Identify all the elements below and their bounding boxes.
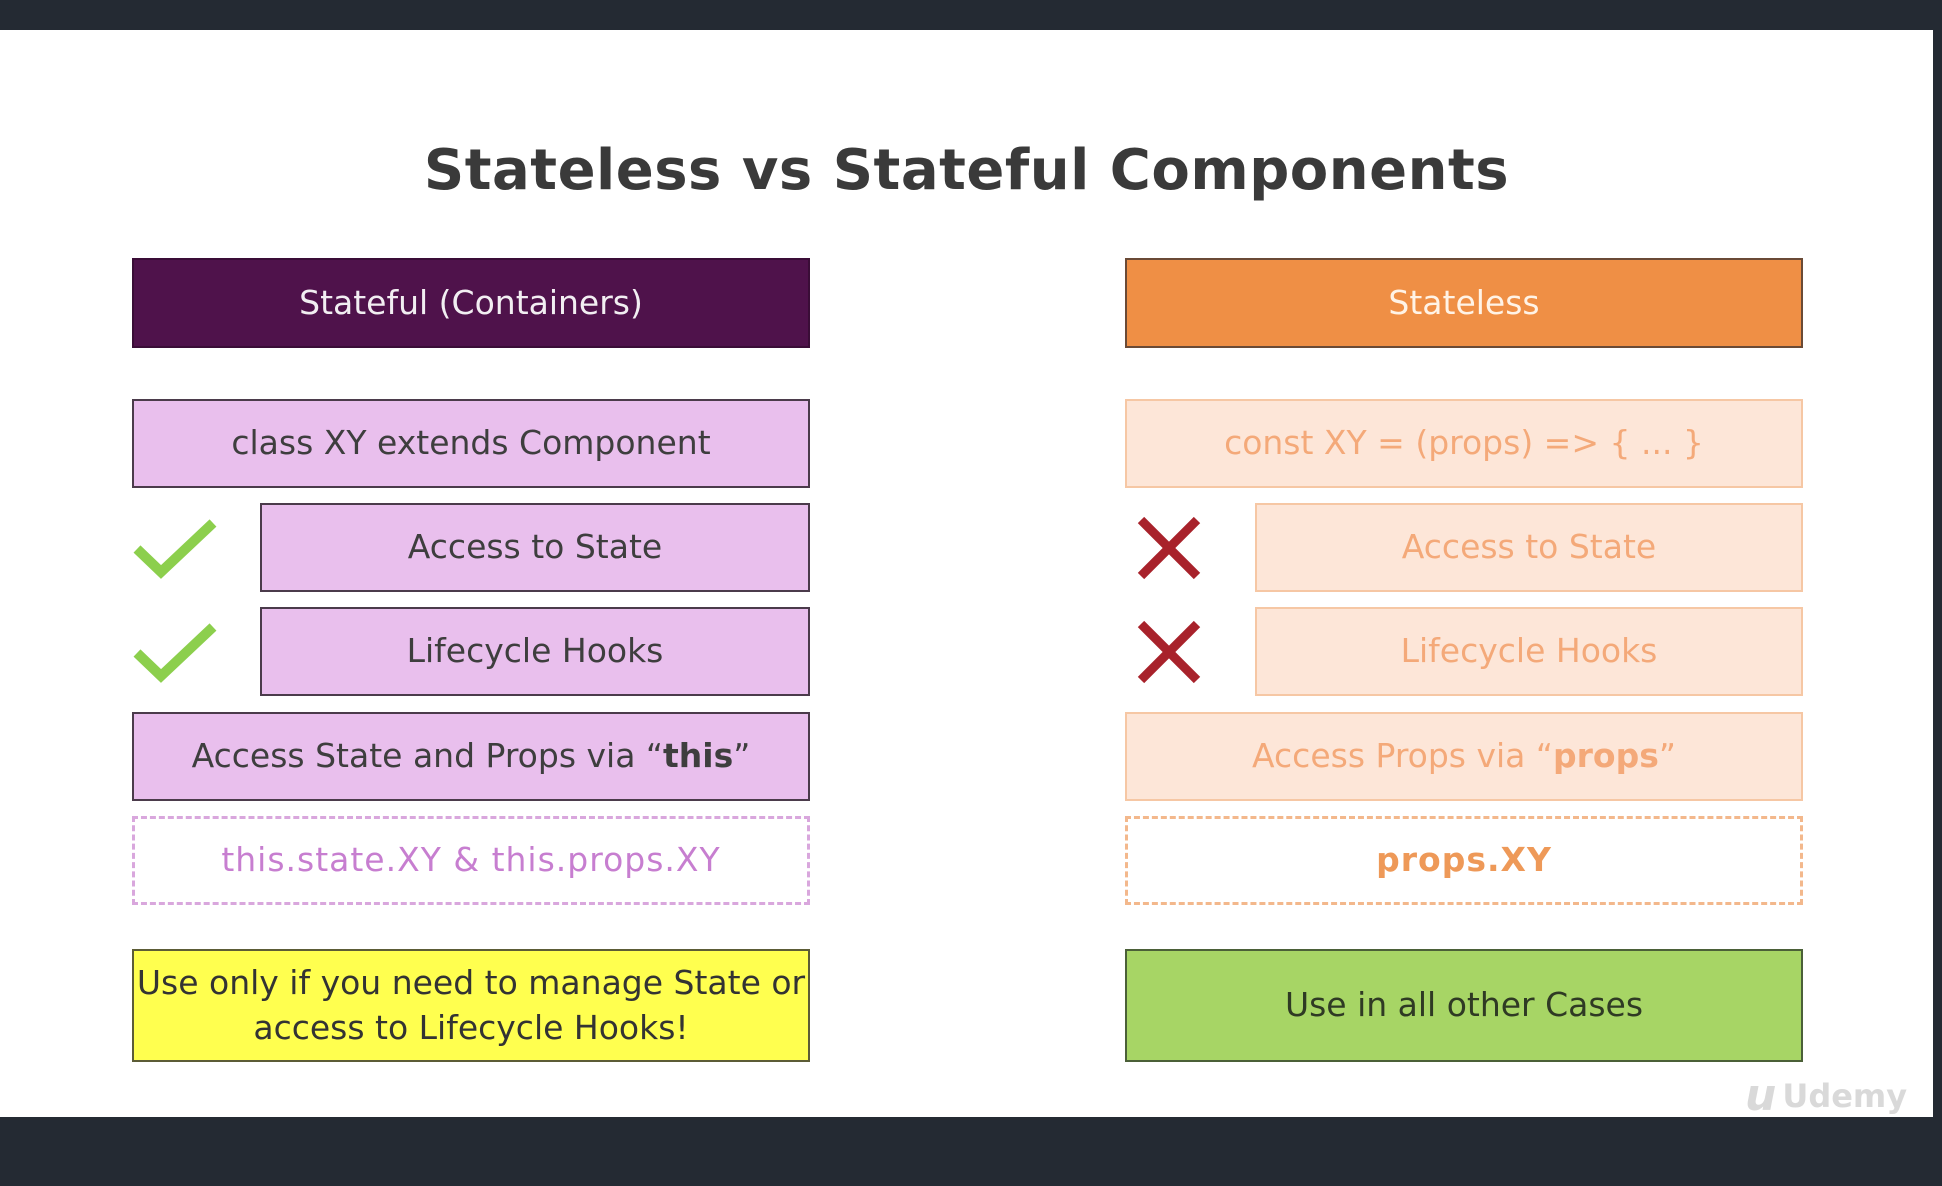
stateless-usage: Use in all other Cases	[1125, 949, 1803, 1062]
window-edge	[1933, 0, 1942, 1186]
cross-icon	[1137, 516, 1201, 580]
cross-icon	[1137, 620, 1201, 684]
stateless-feature-access-to-state: Access to State	[1255, 503, 1803, 592]
stateful-example: this.state.XY & this.props.XY	[132, 816, 810, 905]
stateless-header: Stateless	[1125, 258, 1803, 348]
stateful-definition: class XY extends Component	[132, 399, 810, 488]
access-keyword: this	[663, 736, 734, 776]
stateful-usage: Use only if you need to manage State or …	[132, 949, 810, 1062]
access-prefix: Access Props via “	[1252, 736, 1553, 776]
check-icon	[133, 519, 217, 579]
udemy-logo: u Udemy	[1745, 1070, 1907, 1121]
stateful-access-via: Access State and Props via “this”	[132, 712, 810, 801]
stateful-feature-access-to-state: Access to State	[260, 503, 810, 592]
access-suffix: ”	[733, 736, 751, 776]
access-suffix: ”	[1658, 736, 1676, 776]
check-icon	[133, 623, 217, 683]
stateless-example: props.XY	[1125, 816, 1803, 905]
stateful-feature-lifecycle-hooks: Lifecycle Hooks	[260, 607, 810, 696]
stateful-header: Stateful (Containers)	[132, 258, 810, 348]
slide: Stateless vs Stateful Components Statefu…	[0, 30, 1933, 1121]
stateless-feature-lifecycle-hooks: Lifecycle Hooks	[1255, 607, 1803, 696]
udemy-logo-text: Udemy	[1782, 1076, 1908, 1115]
udemy-logo-icon: u	[1745, 1070, 1777, 1121]
slide-title: Stateless vs Stateful Components	[423, 138, 1510, 203]
stateless-access-via: Access Props via “props”	[1125, 712, 1803, 801]
stateless-definition: const XY = (props) => { ... }	[1125, 399, 1803, 488]
access-prefix: Access State and Props via “	[191, 736, 664, 776]
access-keyword: props	[1553, 736, 1659, 776]
